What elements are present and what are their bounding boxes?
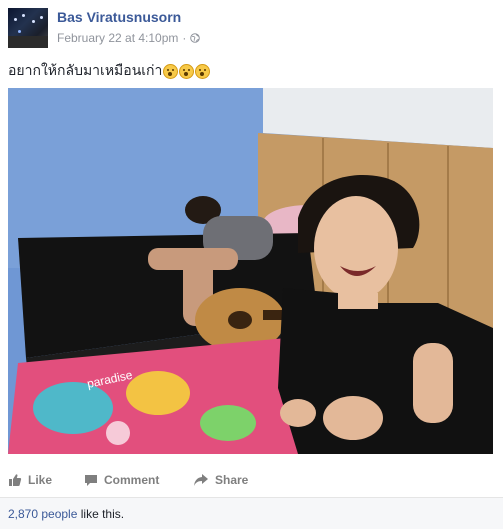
share-label: Share <box>215 473 249 487</box>
likes-summary: 2,870 people like this. <box>0 497 503 529</box>
speech-bubble-icon <box>85 475 97 486</box>
post-caption: อยากให้กลับมาเหมือนเก่า <box>8 60 211 82</box>
share-button[interactable]: Share <box>193 473 248 487</box>
share-arrow-icon <box>194 474 208 486</box>
like-label: Like <box>28 473 53 487</box>
likes-count-link[interactable]: 2,870 people <box>8 507 77 521</box>
post-actions: Like Comment Share <box>0 466 503 494</box>
likes-suffix: like this. <box>77 506 125 521</box>
globe-icon[interactable] <box>190 33 201 43</box>
comment-label: Comment <box>104 473 160 487</box>
facebook-post: Bas Viratusnusorn February 22 at 4:10pm … <box>0 0 503 529</box>
astonished-emoji-icon <box>195 63 211 79</box>
post-meta: February 22 at 4:10pm · <box>57 31 201 45</box>
photo-image: paradise <box>8 88 493 454</box>
thumbs-up-icon <box>9 474 22 486</box>
post-timestamp[interactable]: February 22 at 4:10pm <box>57 31 178 45</box>
author-avatar[interactable] <box>8 8 48 48</box>
post-photo[interactable]: paradise <box>8 88 493 454</box>
meta-separator: · <box>182 31 187 45</box>
astonished-emoji-icon <box>179 63 195 79</box>
author-name[interactable]: Bas Viratusnusorn <box>57 9 181 25</box>
caption-text: อยากให้กลับมาเหมือนเก่า <box>8 62 163 78</box>
astonished-emoji-icon <box>163 63 179 79</box>
comment-button[interactable]: Comment <box>84 473 159 487</box>
like-button[interactable]: Like <box>8 473 52 487</box>
